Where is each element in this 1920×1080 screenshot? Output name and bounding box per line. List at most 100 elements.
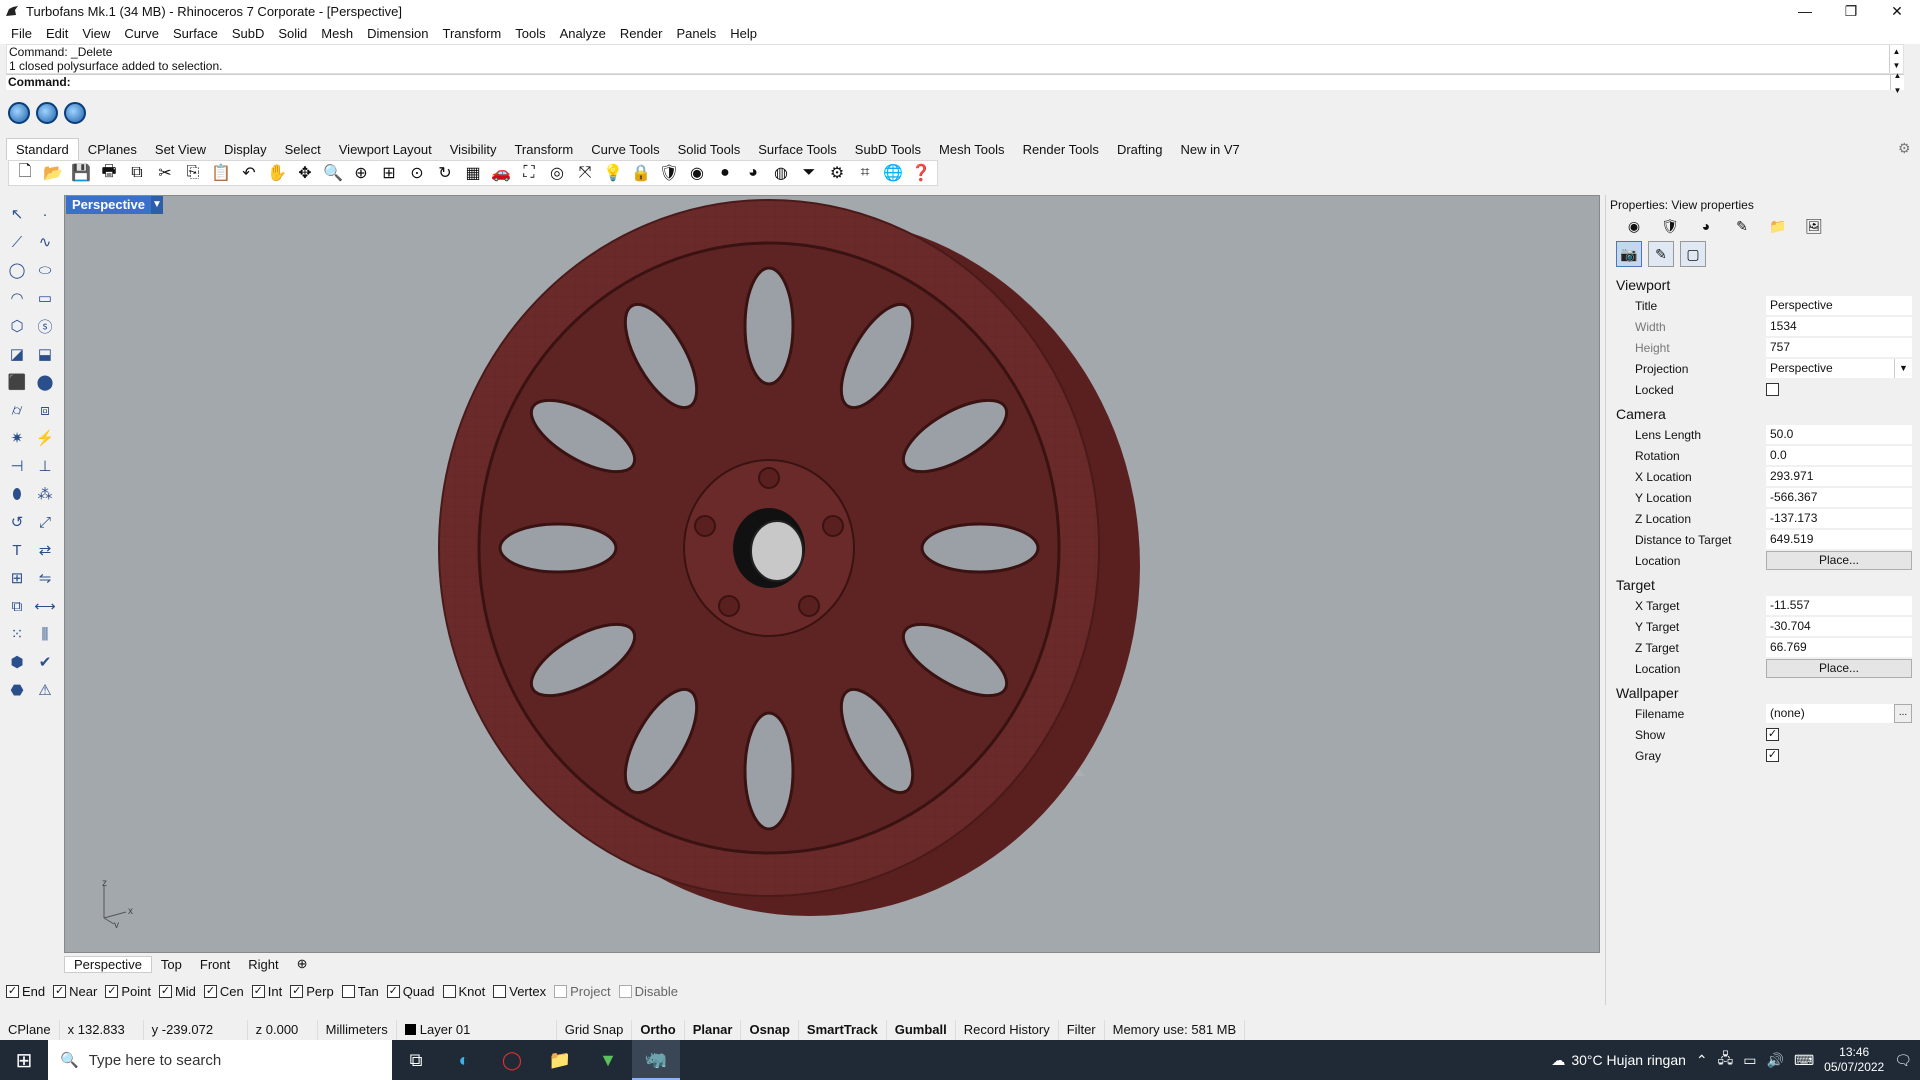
windows-start-icon[interactable]: ⊞ (0, 1040, 48, 1080)
cplane-status[interactable]: CPlane (0, 1020, 60, 1040)
box-icon[interactable]: ⬛ (6, 371, 28, 393)
ortho-toggle[interactable]: Ortho (632, 1020, 685, 1040)
units-status[interactable]: Millimeters (318, 1020, 397, 1040)
osnap-knot[interactable]: Knot (442, 984, 485, 999)
tab-set-view[interactable]: Set View (146, 139, 215, 160)
menu-curve[interactable]: Curve (117, 26, 166, 41)
osnap-checkbox[interactable] (341, 984, 355, 998)
rotate-view-icon[interactable]: ↻ (433, 161, 457, 185)
rhino-taskbar-icon[interactable]: 🦏 (632, 1040, 680, 1080)
freeform-icon[interactable]: ⓢ (34, 315, 56, 337)
print-icon[interactable]: 🖶 (97, 161, 121, 185)
tab-front[interactable]: Front (191, 957, 239, 972)
ruler-icon[interactable]: ⫼ (34, 623, 56, 645)
osnap-mid[interactable]: ✓ Mid (158, 984, 196, 999)
mesh-icon[interactable]: ⧈ (34, 399, 56, 421)
dimension-line-icon[interactable]: ⟷ (34, 595, 56, 617)
move-icon[interactable]: ⇄ (34, 539, 56, 561)
globe-icon[interactable]: 🌐 (881, 161, 905, 185)
osnap-checkbox[interactable]: ✓ (158, 984, 172, 998)
title-field[interactable]: Perspective (1766, 296, 1912, 315)
color-wheel-icon[interactable]: ◉ (1624, 217, 1644, 235)
notification-icon[interactable]: 🗨 (1894, 1052, 1912, 1069)
command-scrollbar[interactable]: ▲ ▼ (1890, 71, 1904, 95)
osnap-point[interactable]: ✓ Point (105, 984, 151, 999)
opera-browser-icon[interactable]: ◯ (488, 1040, 536, 1080)
paste-icon[interactable]: 📋 (209, 161, 233, 185)
osnap-vertex[interactable]: Vertex (493, 984, 546, 999)
projection-select[interactable]: Perspective ▼ (1766, 359, 1912, 378)
rectangle-icon[interactable]: ▭ (34, 287, 56, 309)
polygon-icon[interactable]: ⬡ (6, 315, 28, 337)
trim-icon[interactable]: ⚡ (34, 427, 56, 449)
command-line[interactable]: Command: ▲ ▼ (6, 71, 1904, 95)
network-icon[interactable]: 🖧 (1718, 1048, 1734, 1072)
circle-icon[interactable]: ◯ (6, 259, 28, 281)
lens-length-field[interactable]: 50.0 (1766, 425, 1912, 444)
osnap-checkbox[interactable]: ✓ (105, 984, 119, 998)
render-sphere-icon[interactable]: ◕ (741, 161, 765, 185)
arc-icon[interactable]: ◠ (6, 287, 28, 309)
menu-subd[interactable]: SubD (225, 26, 272, 41)
transform-icon[interactable]: ⤧ (573, 161, 597, 185)
join-icon[interactable]: ⊥ (34, 455, 56, 477)
layer-icon[interactable]: 🛡 (657, 161, 681, 185)
camera-icon[interactable]: 📷 (1616, 241, 1642, 267)
filename-field[interactable]: (none)... (1766, 704, 1912, 723)
loft-icon[interactable]: ⬓ (34, 343, 56, 365)
menu-transform[interactable]: Transform (435, 26, 508, 41)
tab-display[interactable]: Display (215, 139, 276, 160)
array-icon[interactable]: ⊞ (6, 567, 28, 589)
show-checkbox[interactable]: ✓ (1766, 728, 1779, 741)
cylinder-icon[interactable]: ⌭ (6, 399, 28, 421)
menu-surface[interactable]: Surface (166, 26, 225, 41)
x-target-field[interactable]: -11.557 (1766, 596, 1912, 615)
distance-field[interactable]: 649.519 (1766, 530, 1912, 549)
tab-top[interactable]: Top (152, 957, 191, 972)
menu-solid[interactable]: Solid (271, 26, 314, 41)
plugin-gear-icon[interactable] (64, 102, 86, 124)
tab-cplanes[interactable]: CPlanes (79, 139, 146, 160)
z-target-field[interactable]: 66.769 (1766, 638, 1912, 657)
group-icon[interactable]: ⁂ (34, 483, 56, 505)
car-icon[interactable]: 🚗 (489, 161, 513, 185)
layers-icon[interactable]: 🛡 (1660, 217, 1680, 235)
menu-edit[interactable]: Edit (39, 26, 75, 41)
zoom-icon[interactable]: 🔍 (321, 161, 345, 185)
minimize-button[interactable]: — (1782, 0, 1828, 22)
pan-hand-icon[interactable]: ✋ (265, 161, 289, 185)
place-target-button[interactable]: Place... (1766, 659, 1912, 678)
osnap-quad[interactable]: ✓ Quad (386, 984, 435, 999)
tab-surface-tools[interactable]: Surface Tools (749, 139, 846, 160)
menu-help[interactable]: Help (723, 26, 764, 41)
rotate-icon[interactable]: ↺ (6, 511, 28, 533)
tab-new-in-v7[interactable]: New in V7 (1171, 139, 1248, 160)
osnap-icon[interactable]: ◎ (545, 161, 569, 185)
color-wheel-icon[interactable]: ◉ (685, 161, 709, 185)
osnap-perp[interactable]: ✓ Perp (290, 984, 334, 999)
chevron-down-icon[interactable]: ▼ (151, 196, 163, 214)
filter-icon[interactable]: ⏷ (797, 161, 821, 185)
rotation-field[interactable]: 0.0 (1766, 446, 1912, 465)
battery-icon[interactable]: ▭ (1743, 1052, 1756, 1069)
grid-snap-toggle[interactable]: Grid Snap (557, 1020, 633, 1040)
osnap-checkbox[interactable]: ✓ (53, 984, 67, 998)
render-icon[interactable]: ⬣ (6, 679, 28, 701)
menu-dimension[interactable]: Dimension (360, 26, 435, 41)
menu-view[interactable]: View (75, 26, 117, 41)
osnap-checkbox[interactable]: ✓ (203, 984, 217, 998)
tab-mesh-tools[interactable]: Mesh Tools (930, 139, 1014, 160)
move-view-icon[interactable]: ✥ (293, 161, 317, 185)
osnap-cen[interactable]: ✓ Cen (203, 984, 244, 999)
cut-icon[interactable]: ✂ (153, 161, 177, 185)
select-icon[interactable]: ⛶ (517, 161, 541, 185)
osnap-checkbox[interactable]: ✓ (290, 984, 304, 998)
select-arrow-icon[interactable]: ↖ (6, 203, 28, 225)
task-view-icon[interactable]: ⧉ (392, 1040, 440, 1080)
tab-perspective[interactable]: Perspective (64, 955, 152, 973)
place-camera-button[interactable]: Place... (1766, 551, 1912, 570)
smarttrack-toggle[interactable]: SmartTrack (799, 1020, 887, 1040)
light-bulb-icon[interactable]: 💡 (601, 161, 625, 185)
save-icon[interactable]: 💾 (69, 161, 93, 185)
viewport-name[interactable]: Perspective (66, 196, 151, 214)
